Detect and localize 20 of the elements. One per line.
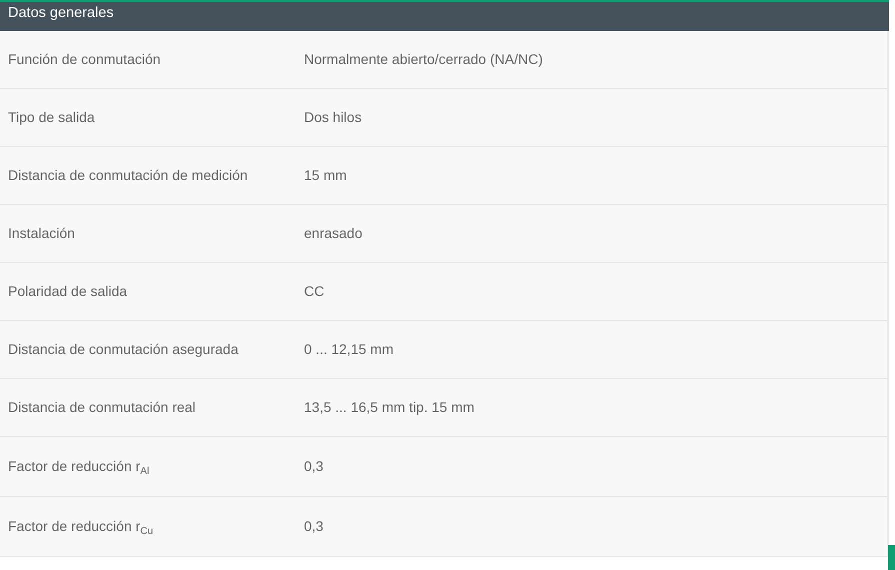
property-value: Normalmente abierto/cerrado (NA/NC) [304,51,543,67]
property-value: CC [304,283,324,299]
property-label: Tipo de salida [8,109,95,125]
property-value: 15 mm [304,167,347,183]
property-label: Distancia de conmutación de medición [8,167,248,183]
property-label: Distancia de conmutación asegurada [8,341,238,357]
property-label: Factor de reducción r$_{Cu}$ [8,518,154,534]
section-title: Datos generales [8,4,114,23]
property-value: Dos hilos [304,109,362,125]
property-value: 0,3 [304,518,324,534]
property-label: Factor de reducción r$_{Al}$ [8,458,150,474]
property-value: 0 ... 12,15 mm [304,341,394,357]
property-label: Instalación [8,225,75,241]
property-label: Distancia de conmutación real [8,399,196,415]
property-value: enrasado [304,225,362,241]
property-label: Función de conmutación [8,51,161,67]
property-label: Polaridad de salida [8,283,128,299]
property-value: 0,3 [304,458,324,474]
property-value: 13,5 ... 16,5 mm tip. 15 mm [304,399,474,415]
edge-tab[interactable] [888,545,895,570]
